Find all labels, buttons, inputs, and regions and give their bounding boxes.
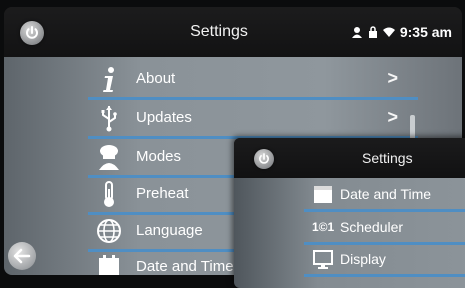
back-button[interactable] <box>8 242 36 270</box>
settings-item-label: Display <box>340 251 386 267</box>
info-icon <box>103 67 114 92</box>
page-title: Settings <box>362 150 413 166</box>
calendar-icon <box>314 186 332 203</box>
chevron-right-icon: > <box>387 107 398 127</box>
scheduler-icon: 1©1 <box>312 220 335 234</box>
usb-icon <box>101 106 117 132</box>
main-top-bar: Settings 9:35 am <box>4 7 462 57</box>
globe-icon <box>97 219 121 243</box>
power-button[interactable] <box>254 149 274 169</box>
wifi-icon <box>382 27 395 37</box>
status-bar: 9:35 am <box>351 24 452 40</box>
calendar-icon <box>99 255 119 275</box>
power-icon <box>259 153 269 164</box>
settings-item-label: Language <box>136 222 203 239</box>
settings-item-label: Modes <box>136 148 182 165</box>
power-icon <box>26 26 38 39</box>
page-title: Settings <box>190 23 248 40</box>
settings-item-about[interactable]: About > <box>88 61 418 100</box>
chevron-right-icon: > <box>387 68 398 88</box>
settings-item-updates[interactable]: Updates > <box>88 100 418 139</box>
front-top-bar: Settings <box>234 138 465 178</box>
settings-item-scheduler[interactable]: 1©1 Scheduler <box>304 213 465 245</box>
thermometer-icon <box>104 181 114 207</box>
settings-list: Date and Time 1©1 Scheduler Display <box>234 178 465 288</box>
settings-item-label: Updates <box>136 109 192 126</box>
status-time: 9:35 am <box>399 24 452 40</box>
lock-icon <box>368 26 377 38</box>
settings-item-label: Scheduler <box>340 219 404 235</box>
front-settings-screen: Settings Date and Time 1©1 Scheduler Dis… <box>234 138 465 288</box>
settings-item-label: Preheat <box>136 185 189 202</box>
chef-icon <box>99 145 119 170</box>
settings-item-display[interactable]: Display <box>304 245 465 277</box>
settings-item-date-time[interactable]: Date and Time <box>304 180 465 212</box>
user-icon <box>351 27 362 38</box>
power-button[interactable] <box>20 21 44 45</box>
monitor-icon <box>313 250 333 269</box>
settings-item-label: About <box>136 70 176 87</box>
arrow-left-icon <box>13 248 31 264</box>
settings-item-label: Date and Time <box>340 186 432 202</box>
settings-item-label: Date and Time <box>136 258 234 275</box>
